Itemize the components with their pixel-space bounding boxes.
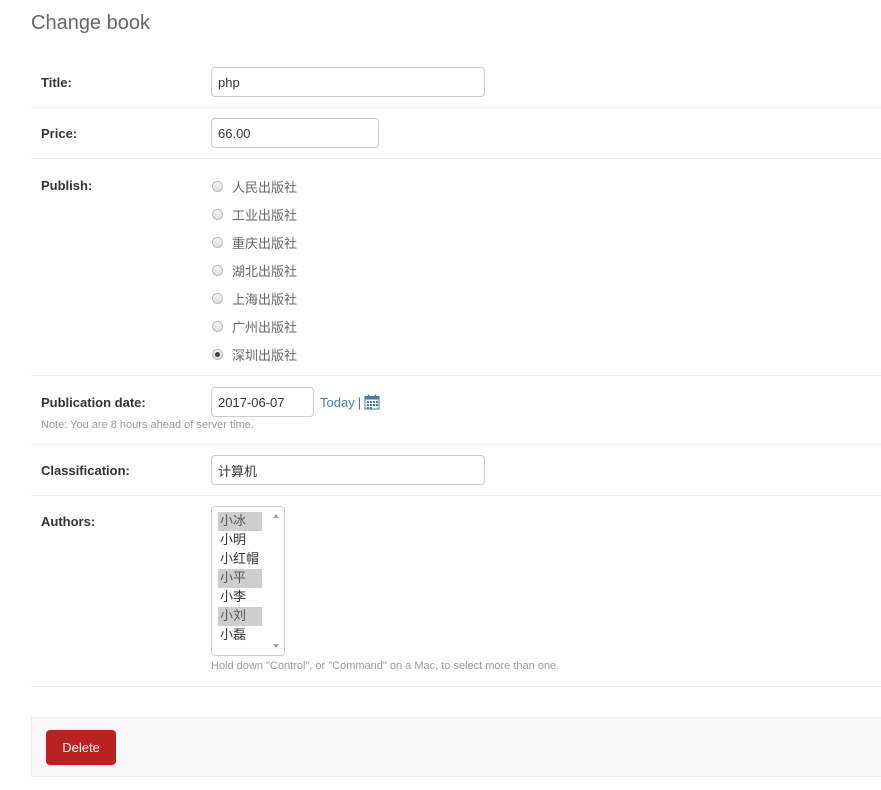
title-label: Title: [41,75,72,90]
radio-button[interactable] [212,180,223,192]
publication-date-label: Publication date: [41,395,146,410]
publish-option-label: 深圳出版社 [232,348,298,364]
author-option[interactable]: 小磊 [218,626,262,645]
classification-field-wrap [211,455,485,485]
authors-field-wrap: 小冰 小明 小红帽 小平 小李 小刘 小磊 [211,506,285,656]
author-option[interactable]: 小红帽 [218,550,262,569]
radio-button-checked[interactable] [212,348,223,360]
calendar-icon[interactable] [364,394,380,410]
scroll-down-icon[interactable] [273,644,279,648]
publish-option-label: 湖北出版社 [232,264,298,280]
today-link[interactable]: Today [320,395,355,410]
publication-date-input[interactable] [211,387,314,417]
radio-button[interactable] [212,264,223,276]
title-input[interactable] [211,67,485,97]
publish-option-label: 工业出版社 [232,208,298,224]
publish-option-label: 重庆出版社 [232,236,298,252]
author-option[interactable]: 小明 [218,531,262,550]
author-option-selected[interactable]: 小刘 [218,607,262,626]
authors-options: 小冰 小明 小红帽 小平 小李 小刘 小磊 [218,512,262,645]
publish-option[interactable]: 湖北出版社 [211,256,297,284]
submit-row: Delete [31,717,881,777]
title-row: Title: [31,57,881,108]
price-field-wrap [211,118,379,148]
change-book-form: Title: Price: Publish: 人民出版社 工业出版社 重庆出版社 [31,57,881,687]
publication-date-row: Publication date: Today | [31,376,881,445]
delete-button[interactable]: Delete [46,730,116,765]
title-field-wrap [211,67,485,97]
price-row: Price: [31,108,881,159]
radio-button[interactable] [212,292,223,304]
author-option-selected[interactable]: 小平 [218,569,262,588]
publish-option-label: 上海出版社 [232,292,298,308]
authors-row: Authors: 小冰 小明 小红帽 小平 小李 小刘 小磊 Hold down… [31,496,881,687]
price-label: Price: [41,126,78,141]
authors-scrollbar[interactable] [268,507,284,655]
publish-label: Publish: [41,178,93,193]
author-option[interactable]: 小李 [218,588,262,607]
authors-help-text: Hold down "Control", or "Command" on a M… [211,660,560,672]
classification-row: Classification: [31,445,881,496]
publish-option[interactable]: 人民出版社 [211,172,297,200]
price-input[interactable] [211,118,379,148]
publish-row: Publish: 人民出版社 工业出版社 重庆出版社 湖北出版社 上海出版社 广… [31,159,881,376]
authors-label: Authors: [41,514,96,529]
radio-button[interactable] [212,320,223,332]
author-option-selected[interactable]: 小冰 [218,512,262,531]
scroll-up-icon[interactable] [273,514,279,518]
timezone-note: Note: You are 8 hours ahead of server ti… [41,419,254,431]
publish-option[interactable]: 重庆出版社 [211,228,297,256]
radio-button[interactable] [212,236,223,248]
publication-date-field-wrap: Today | [211,387,380,417]
classification-input[interactable] [211,455,485,485]
publish-option[interactable]: 深圳出版社 [211,340,297,368]
publish-radio-list: 人民出版社 工业出版社 重庆出版社 湖北出版社 上海出版社 广州出版社 深圳出版… [211,172,297,368]
separator: | [357,394,362,410]
publish-option-label: 广州出版社 [232,320,298,336]
publish-option-label: 人民出版社 [232,180,298,196]
publish-option[interactable]: 上海出版社 [211,284,297,312]
radio-button[interactable] [212,208,223,220]
classification-label: Classification: [41,463,130,478]
publish-option[interactable]: 广州出版社 [211,312,297,340]
page-title: Change book [31,12,150,34]
authors-multiselect[interactable]: 小冰 小明 小红帽 小平 小李 小刘 小磊 [211,506,285,656]
publish-option[interactable]: 工业出版社 [211,200,297,228]
